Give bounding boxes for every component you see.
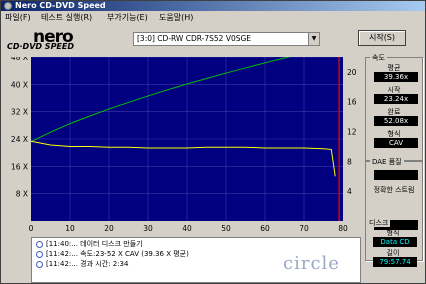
x-tick-label: 0 [29,224,34,233]
menu-extras[interactable]: 부가기능(E) [107,11,148,24]
start-speed-label: 시작 [387,86,401,94]
disc-group-title: 디스크 [367,219,391,227]
window-title: Nero CD-DVD Speed [15,1,106,10]
disc-type-value: Data CD [373,237,417,247]
x-tick-label: 70 [299,224,309,233]
average-value: 39.36x [374,72,418,82]
x-tick-label: 20 [104,224,114,233]
y-right-tick-label: 20 [347,68,357,77]
menu-file[interactable]: 파일(F) [5,11,31,24]
x-tick-label: 30 [143,224,153,233]
menu-bar: 파일(F) 테스트 실행(R) 부가기능(E) 도움말(H) [1,11,425,24]
info-icon [36,260,43,268]
end-speed-label: 완료 [387,108,401,116]
disc-length-value: 79:57.74 [373,257,417,267]
info-icon [36,240,43,248]
speed-chart: 8 X 16 X 24 X 32 X 40 X 48 X 4 8 12 16 20 0 10 20 30… [1,48,363,237]
nero-logo: nero CD·DVD SPEED [7,27,117,51]
x-tick-label: 10 [65,224,75,233]
log-entry: [11:42:... 속도:23-52 X CAV (39.36 X 평균) [36,249,189,259]
y-right-tick-label: 12 [347,128,357,137]
average-label: 평균 [387,64,401,72]
log-entry: [11:42:... 경과 시간: 2:34 [36,259,128,269]
start-button[interactable]: 시작(S) [358,30,406,46]
y-right-tick-label: 16 [347,98,357,107]
y-left-tick-label: 16 X [11,162,28,171]
x-tick-label: 50 [221,224,231,233]
info-panel: 속도 평균 39.36x 시작 23.24x 완료 52.08x 형식 CAV … [363,51,425,283]
speed-group: 속도 평균 39.36x 시작 23.24x 완료 52.08x 형식 CAV [365,54,423,161]
end-speed-value: 52.08x [374,116,418,126]
accurate-stream-label: 정확한 스트림 [373,186,415,194]
drive-select-value: [3:0] CD-RW CDR-7S52 V0SGE [137,34,252,43]
x-tick-label: 80 [338,224,348,233]
log-entry: [11:40:... 데이터 디스크 만들기 [36,239,143,249]
y-left-tick-label: 48 X [11,57,28,62]
disc-group: 디스크 형식 Data CD 길이 79:57.74 [365,219,423,275]
dae-quality-value [374,170,418,180]
disc-type-label: 형식 [386,229,400,237]
log-entry-text: [11:40:... 데이터 디스크 만들기 [46,240,143,248]
log-entry-text: [11:42:... 속도:23-52 X CAV (39.36 X 평균) [46,250,189,258]
menu-help[interactable]: 도움말(H) [159,11,193,24]
menu-run-test[interactable]: 테스트 실행(R) [41,11,92,24]
disc-length-label: 길이 [386,249,400,257]
speed-group-title: 속도 [370,54,387,62]
y-left-tick-label: 8 X [16,190,28,199]
y-left-tick-label: 24 X [11,135,28,144]
dae-group-title: DAE 품질 [370,158,404,166]
log-entry-text: [11:42:... 경과 시간: 2:34 [46,260,129,268]
title-bar: Nero CD-DVD Speed [1,1,425,11]
y-left-tick-label: 32 X [11,108,28,117]
main-window: Nero CD-DVD Speed 파일(F) 테스트 실행(R) 부가기능(E… [0,0,426,284]
speed-chart-svg: 8 X 16 X 24 X 32 X 40 X 48 X 4 8 12 16 20 0 10 20 30… [11,48,357,233]
watermark: circle [283,253,340,274]
y-left-tick-label: 40 X [11,80,28,89]
speed-type-value: CAV [374,138,418,148]
info-icon [36,250,43,258]
speed-type-label: 형식 [387,130,401,138]
x-tick-label: 60 [260,224,270,233]
y-right-tick-label: 8 [347,157,352,166]
start-speed-value: 23.24x [374,94,418,104]
chevron-down-icon[interactable]: ▼ [308,33,319,45]
x-tick-label: 40 [182,224,192,233]
logo-subtext: CD·DVD SPEED [7,42,75,51]
y-right-tick-label: 4 [347,187,352,196]
drive-select[interactable]: [3:0] CD-RW CDR-7S52 V0SGE ▼ [133,32,320,46]
app-icon [4,2,12,10]
